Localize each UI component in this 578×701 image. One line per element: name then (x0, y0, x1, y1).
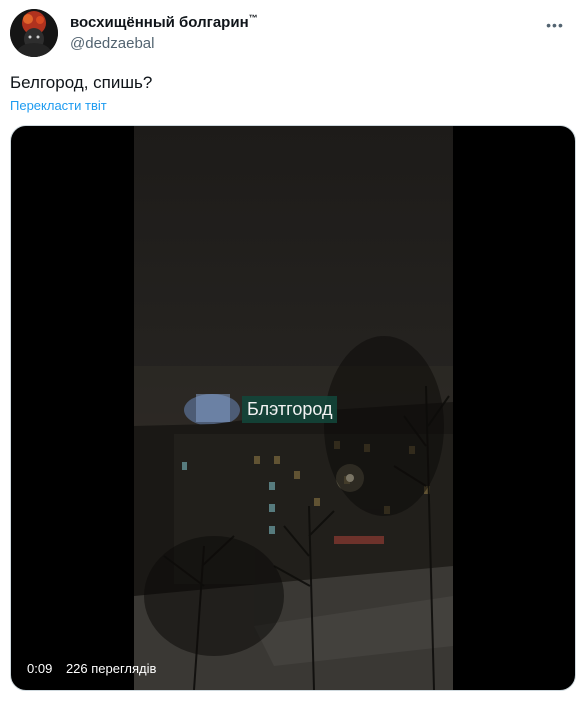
tweet-text: Белгород, спишь? (10, 73, 153, 92)
author-display-name[interactable]: восхищённый болгарин™ (70, 13, 258, 31)
author-avatar[interactable] (10, 9, 58, 57)
author-handle[interactable]: @dedzaebal (70, 35, 154, 52)
avatar-portrait-icon (10, 9, 58, 57)
video-play-area[interactable] (11, 126, 575, 690)
tweet-card: восхищённый болгарин™ @dedzaebal ••• Бел… (0, 0, 578, 701)
video-player[interactable]: Блэтгород 0:09 226 переглядів (10, 125, 576, 691)
translate-tweet-link[interactable]: Перекласти твіт (10, 98, 107, 113)
trademark-mark: ™ (248, 13, 258, 23)
video-duration: 0:09 (27, 661, 53, 676)
video-views: 226 переглядів (65, 661, 157, 676)
video-stats: 0:09 226 переглядів (27, 661, 166, 676)
display-name-text: восхищённый болгарин (70, 14, 249, 31)
more-options-icon[interactable]: ••• (544, 14, 566, 36)
